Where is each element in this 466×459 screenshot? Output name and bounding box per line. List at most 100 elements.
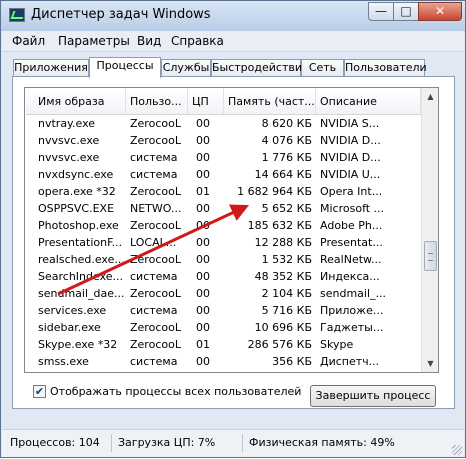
process-user: ZerocooL: [130, 134, 181, 147]
process-list[interactable]: Имя образа Пользо... ЦП Память (част... …: [24, 87, 439, 373]
show-all-users-label[interactable]: Отображать процессы всех пользователей: [50, 385, 301, 398]
process-row[interactable]: PresentationF... LOCAL... 00 12 288 КБ Prese…: [26, 234, 421, 251]
process-row[interactable]: smss.exe система 00 356 КБ Диспетч...: [26, 353, 421, 370]
process-cpu: 01: [196, 185, 210, 198]
vertical-scrollbar[interactable]: ▲ ▼: [421, 88, 438, 372]
process-row[interactable]: sendmail_dae... ZerocooL 00 2 104 КБ sendmai…: [26, 285, 421, 302]
process-cpu: 00: [196, 134, 210, 147]
process-memory: 5 652 КБ: [261, 202, 312, 215]
process-description: Индекса...: [320, 270, 380, 283]
menu-options[interactable]: Параметры: [58, 34, 130, 48]
process-user: ZerocooL: [130, 338, 181, 351]
process-user: система: [130, 304, 178, 317]
process-row[interactable]: nvvsvc.exe система 00 1 776 КБ NVIDIA D...: [26, 149, 421, 166]
status-process-count: Процессов: 104: [10, 436, 100, 449]
tab-services[interactable]: Службы: [161, 59, 211, 76]
process-row[interactable]: sidebar.exe ZerocooL 00 10 696 КБ Гаджеты...: [26, 319, 421, 336]
scroll-up-icon[interactable]: ▲: [422, 88, 438, 105]
close-button[interactable]: ✕: [418, 2, 462, 21]
process-name: sidebar.exe: [38, 321, 101, 334]
status-physical-memory: Физическая память: 49%: [249, 436, 395, 449]
process-description: Presentat...: [320, 236, 383, 249]
process-name: Skype.exe *32: [38, 338, 118, 351]
window-title: Диспетчер задач Windows: [31, 7, 211, 22]
menu-view[interactable]: Вид: [137, 34, 161, 48]
column-cpu[interactable]: ЦП: [188, 88, 224, 114]
process-name: opera.exe *32: [38, 185, 116, 198]
process-description: Opera Int...: [320, 185, 383, 198]
status-divider: [242, 434, 243, 452]
column-user[interactable]: Пользо...: [126, 88, 188, 114]
process-name: Photoshop.exe: [38, 219, 119, 232]
scroll-thumb[interactable]: [424, 241, 437, 271]
process-cpu: 00: [196, 253, 210, 266]
menu-bar: Файл Параметры Вид Справка: [2, 31, 464, 52]
process-description: NVIDIA U...: [320, 168, 381, 181]
process-name: nvvsvc.exe: [38, 151, 100, 164]
column-header-row: Имя образа Пользо... ЦП Память (част... …: [26, 88, 421, 115]
process-memory: 2 104 КБ: [261, 287, 312, 300]
resize-grip[interactable]: [452, 445, 462, 455]
process-cpu: 00: [196, 202, 210, 215]
process-name: services.exe: [38, 304, 107, 317]
process-row[interactable]: nvxdsync.exe система 00 14 664 КБ NVIDIA U..…: [26, 166, 421, 183]
process-row[interactable]: realsched.exe... ZerocooL 00 1 532 КБ RealNe…: [26, 251, 421, 268]
status-cpu-usage: Загрузка ЦП: 7%: [118, 436, 216, 449]
column-description[interactable]: Описание: [316, 88, 421, 114]
process-memory: 14 664 КБ: [254, 168, 312, 181]
column-image-name[interactable]: Имя образа: [34, 88, 126, 114]
process-description: Диспетч...: [320, 355, 380, 368]
process-cpu: 00: [196, 236, 210, 249]
process-memory: 48 352 КБ: [254, 270, 312, 283]
process-row[interactable]: SearchIndexe... система 00 48 352 КБ Индекса…: [26, 268, 421, 285]
title-bar[interactable]: Диспетчер задач Windows — □ ✕: [1, 1, 465, 31]
status-divider: [111, 434, 112, 452]
tab-network[interactable]: Сеть: [301, 59, 344, 76]
minimize-button[interactable]: —: [368, 2, 394, 21]
process-user: система: [130, 270, 178, 283]
maximize-button[interactable]: □: [393, 2, 419, 21]
column-memory[interactable]: Память (част...: [224, 88, 316, 114]
process-name: sendmail_dae...: [38, 287, 125, 300]
process-user: LOCAL...: [130, 236, 177, 249]
process-row[interactable]: opera.exe *32 ZerocooL 01 1 682 964 КБ Opera…: [26, 183, 421, 200]
process-name: OSPPSVC.EXE: [38, 202, 115, 215]
end-process-button[interactable]: Завершить процесс: [310, 385, 436, 407]
process-description: Adobe Ph...: [320, 219, 383, 232]
process-memory: 185 632 КБ: [247, 219, 312, 232]
process-row[interactable]: services.exe система 00 5 716 КБ Приложе...: [26, 302, 421, 319]
show-all-users-checkbox[interactable]: ✔: [33, 385, 46, 398]
process-cpu: 00: [196, 270, 210, 283]
process-cpu: 00: [196, 117, 210, 130]
process-row[interactable]: nvtray.exe ZerocooL 00 8 620 КБ NVIDIA S...: [26, 115, 421, 132]
process-description: NVIDIA D...: [320, 134, 381, 147]
process-row[interactable]: Skype.exe *32 ZerocooL 01 286 576 КБ Skype: [26, 336, 421, 353]
process-row[interactable]: nvvsvc.exe ZerocooL 00 4 076 КБ NVIDIA D...: [26, 132, 421, 149]
process-memory: 4 076 КБ: [261, 134, 312, 147]
task-manager-window: Диспетчер задач Windows — □ ✕ Файл Парам…: [0, 0, 466, 458]
process-cpu: 00: [196, 321, 210, 334]
tab-processes[interactable]: Процессы: [89, 57, 161, 78]
status-bar: Процессов: 104 Загрузка ЦП: 7% Физическа…: [2, 429, 464, 457]
process-name: smss.exe: [38, 355, 89, 368]
process-row[interactable]: OSPPSVC.EXE NETWO... 00 5 652 КБ Microsoft .…: [26, 200, 421, 217]
menu-help[interactable]: Справка: [171, 34, 224, 48]
process-description: Гаджеты...: [320, 321, 384, 334]
process-memory: 8 620 КБ: [261, 117, 312, 130]
tab-users[interactable]: Пользователи: [344, 59, 427, 76]
process-description: RealNetw...: [320, 253, 382, 266]
menu-file[interactable]: Файл: [12, 34, 45, 48]
process-memory: 10 696 КБ: [254, 321, 312, 334]
process-user: NETWO...: [130, 202, 182, 215]
tab-applications[interactable]: Приложения: [13, 59, 89, 76]
task-manager-icon: [9, 8, 25, 22]
process-row[interactable]: Photoshop.exe ZerocooL 00 185 632 КБ Adobe P…: [26, 217, 421, 234]
tab-performance[interactable]: Быстродействие: [211, 59, 309, 76]
process-memory: 12 288 КБ: [254, 236, 312, 249]
process-description: NVIDIA S...: [320, 117, 380, 130]
process-user: система: [130, 355, 178, 368]
scroll-down-icon[interactable]: ▼: [422, 355, 438, 372]
process-memory: 5 716 КБ: [261, 304, 312, 317]
process-user: система: [130, 151, 178, 164]
process-memory: 1 532 КБ: [261, 253, 312, 266]
